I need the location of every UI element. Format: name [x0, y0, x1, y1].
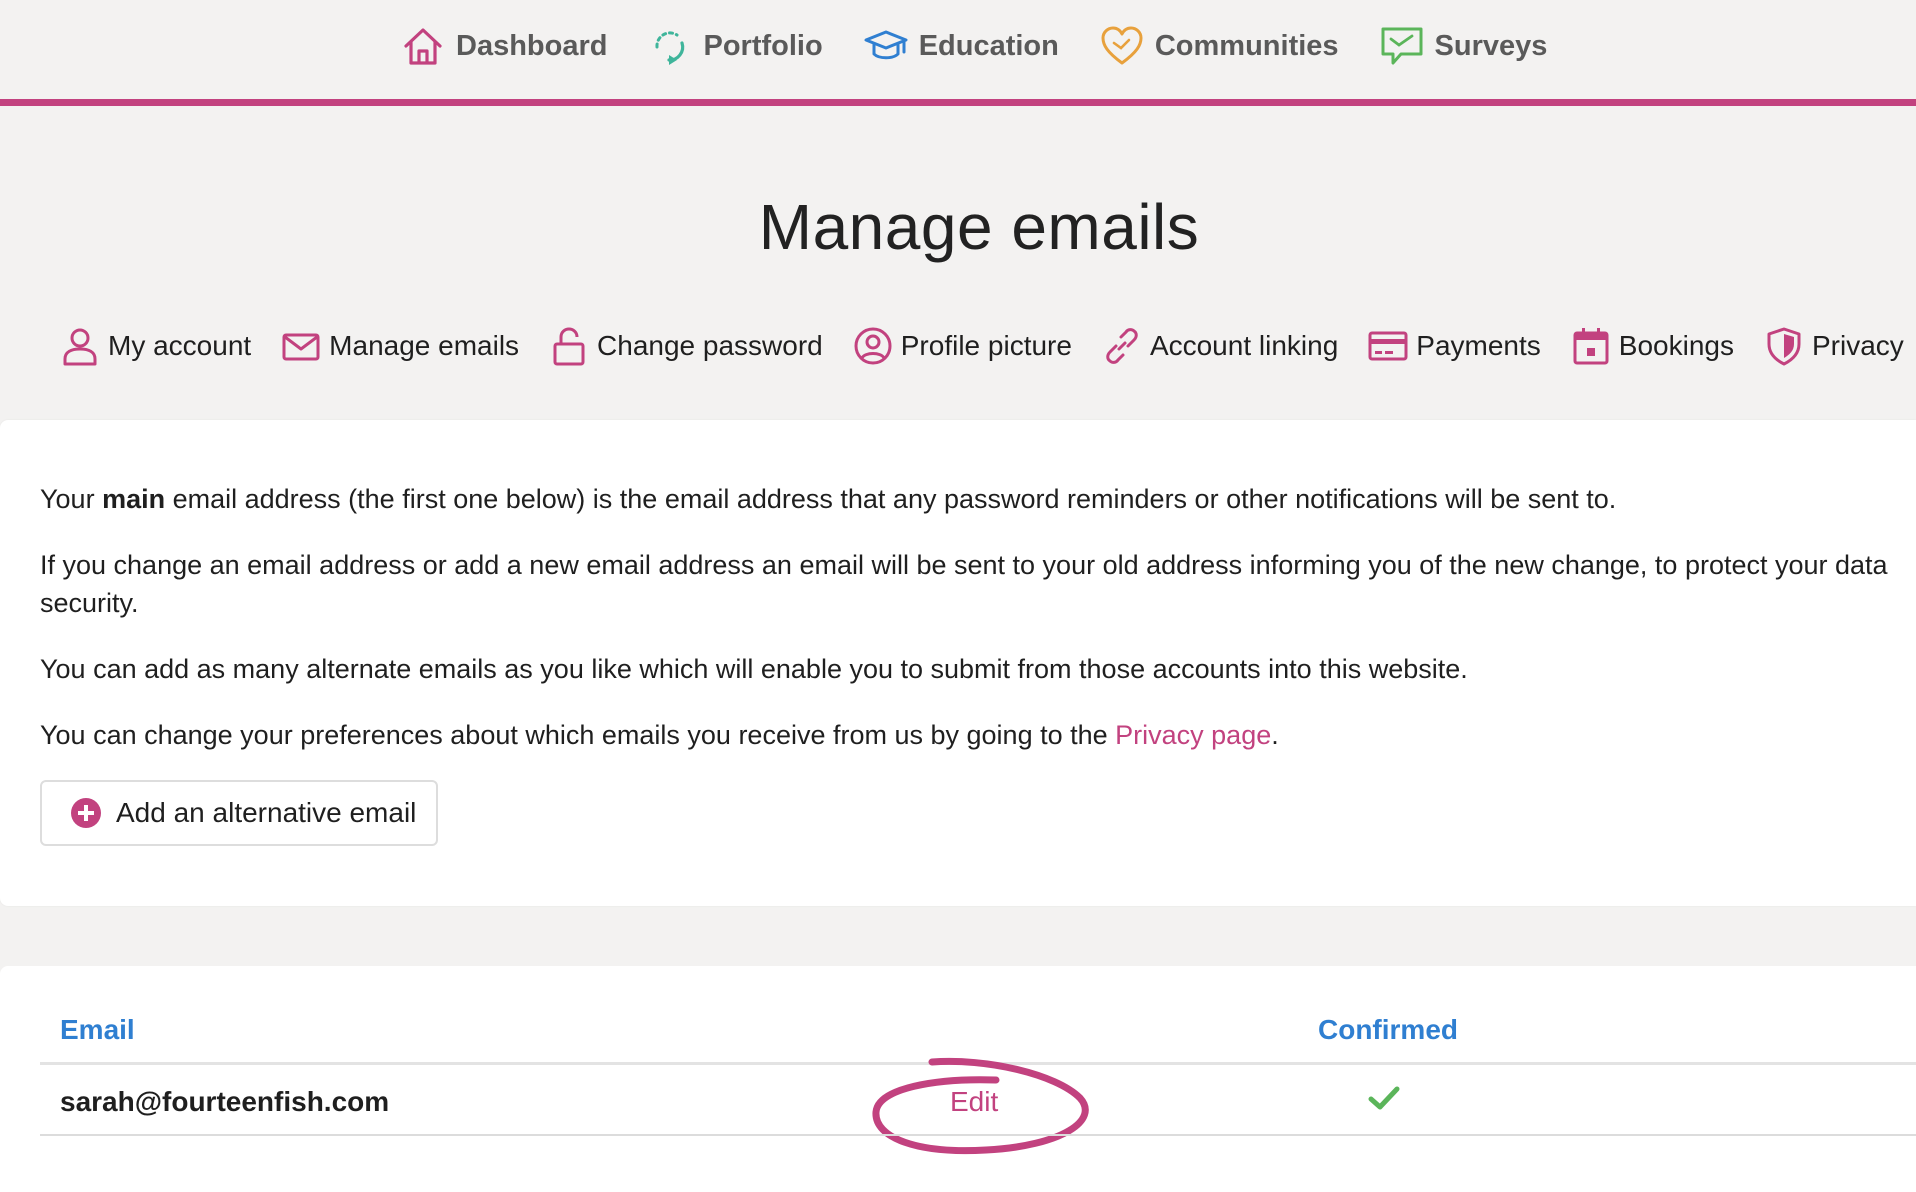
subnav-item-label: My account [108, 330, 252, 361]
subnav-item-profile-picture[interactable]: Profile picture [853, 318, 1072, 374]
subnav-item-label: Account linking [1149, 330, 1339, 361]
add-alternative-email-label: Add an alternative email [116, 797, 417, 828]
chat-bubble-icon [1381, 27, 1423, 65]
subnav-item-label: Change password [597, 330, 823, 361]
nav-item-label: Education [918, 29, 1059, 62]
nav-item-portfolio[interactable]: Portfolio [647, 22, 823, 70]
subnav-item-label: Bookings [1618, 330, 1734, 361]
lock-icon [553, 327, 585, 366]
text-segment: . [1271, 720, 1279, 750]
home-icon [404, 28, 442, 65]
text-segment: Your [40, 484, 103, 514]
refresh-icon [655, 31, 685, 65]
subnav-item-bookings[interactable]: Bookings [1571, 318, 1734, 374]
top-navigation: Dashboard Portfolio Education Communitie… [0, 0, 1916, 106]
nav-item-education[interactable]: Education [863, 22, 1059, 70]
table-header-divider [40, 1062, 1916, 1065]
subnav-item-account-linking[interactable]: Account linking [1102, 318, 1338, 374]
subnav-item-payments[interactable]: Payments [1368, 318, 1541, 374]
heart-icon [1101, 26, 1143, 65]
subnav-item-label: Manage emails [329, 330, 520, 361]
table-row-divider [40, 1134, 1916, 1136]
info-paragraph-alternate-emails: You can add as many alternate emails as … [40, 654, 1468, 684]
subnav-item-label: Privacy [1811, 330, 1904, 361]
bold-text: main [102, 484, 166, 514]
text-segment: You can change your preferences about wh… [40, 720, 1116, 750]
plus-circle-icon [71, 798, 101, 828]
page-title: Manage emails [758, 191, 1200, 263]
link-icon [1106, 328, 1138, 364]
info-paragraph-preferences: You can change your preferences about wh… [40, 716, 1900, 754]
user-circle-icon [854, 327, 892, 365]
credit-card-icon [1368, 331, 1408, 361]
nav-item-label: Dashboard [456, 29, 608, 62]
column-header-confirmed: Confirmed [1318, 1014, 1458, 1045]
add-alternative-email-button[interactable]: Add an alternative email [40, 780, 438, 846]
user-icon [63, 328, 97, 366]
confirmed-check-icon [1368, 1086, 1400, 1110]
nav-item-label: Surveys [1434, 29, 1548, 62]
top-nav-items: Dashboard Portfolio Education Communitie… [400, 22, 1547, 70]
shield-icon [1767, 327, 1801, 366]
nav-item-dashboard[interactable]: Dashboard [400, 22, 607, 70]
account-subnav: My account Manage emails Change password… [60, 318, 1904, 374]
nav-item-label: Portfolio [703, 29, 823, 62]
subnav-item-my-account[interactable]: My account [60, 318, 251, 374]
column-header-email: Email [60, 1014, 135, 1045]
nav-item-surveys[interactable]: Surveys [1379, 22, 1548, 70]
edit-email-link[interactable]: Edit [950, 1086, 998, 1118]
subnav-item-label: Payments [1416, 330, 1541, 361]
info-paragraph-main-email: Your main email address (the first one b… [40, 480, 1900, 518]
calendar-icon [1573, 328, 1609, 365]
email-table: Email Confirmed sarah@fourteenfish.com E… [0, 966, 1916, 1192]
privacy-page-link[interactable]: Privacy page [1115, 720, 1271, 750]
envelope-icon [282, 333, 320, 361]
subnav-item-manage-emails[interactable]: Manage emails [281, 318, 519, 374]
nav-item-label: Communities [1154, 29, 1339, 62]
nav-item-communities[interactable]: Communities [1099, 22, 1339, 70]
subnav-item-change-password[interactable]: Change password [549, 318, 823, 374]
graduation-cap-icon [864, 30, 908, 60]
email-address-cell: sarah@fourteenfish.com [60, 1086, 390, 1117]
info-paragraph-change-notice: If you change an email address or add a … [40, 550, 1888, 618]
text-segment: email address (the first one below) is t… [165, 484, 1617, 514]
email-info-card: Your main email address (the first one b… [0, 420, 1916, 906]
subnav-item-label: Profile picture [900, 330, 1072, 361]
subnav-item-privacy[interactable]: Privacy [1764, 318, 1904, 374]
